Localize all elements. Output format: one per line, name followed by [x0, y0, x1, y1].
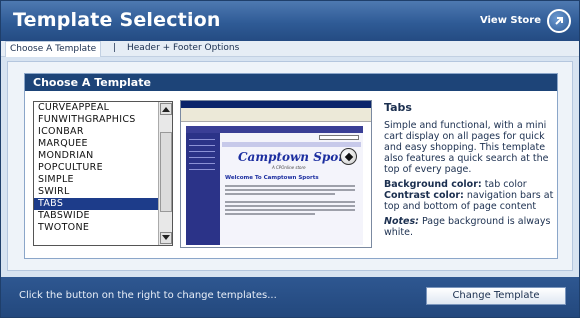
listbox-scrollbar[interactable] [158, 102, 172, 245]
preview-page: Camptown Sports A CPOnline store Welcome… [181, 123, 371, 247]
preview-main: Camptown Sports A CPOnline store Welcome… [220, 133, 363, 245]
notes: Notes: Page background is always white. [384, 216, 551, 238]
arrow-circle-icon[interactable] [547, 9, 571, 33]
triangle-down-icon [162, 235, 170, 240]
preview-left-column [186, 133, 220, 245]
list-item[interactable]: POPCULTURE [34, 162, 158, 174]
list-item[interactable]: FUNWITHGRAPHICS [34, 114, 158, 126]
view-store-link[interactable]: View Store [480, 15, 541, 26]
preview-welcome: Welcome To Camptown Sports [225, 175, 319, 181]
preview-toolbar [181, 114, 371, 122]
preview-search [319, 135, 359, 140]
template-name: Tabs [384, 101, 412, 114]
list-item[interactable]: TWOTONE [34, 222, 158, 234]
scrollbar-thumb[interactable] [160, 132, 172, 212]
tab-header-footer-options[interactable]: Header + Footer Options [127, 43, 239, 53]
list-item[interactable]: SIMPLE [34, 174, 158, 186]
list-item[interactable]: ICONBAR [34, 126, 158, 138]
scroll-down-button[interactable] [160, 232, 172, 244]
soccer-ball-icon [340, 148, 357, 165]
list-item[interactable]: TABSWIDE [34, 210, 158, 222]
list-item[interactable]: TABS [34, 198, 158, 210]
footer-bar: Click the button on the right to change … [1, 277, 579, 317]
tab-separator: | [113, 43, 117, 53]
preview-titlebar [181, 101, 371, 108]
change-template-button[interactable]: Change Template [426, 287, 566, 305]
choose-template-box: Choose A Template CURVEAPPEAL FUNWITHGRAP… [24, 73, 558, 259]
list-item[interactable]: SWIRL [34, 186, 158, 198]
list-item[interactable]: CURVEAPPEAL [34, 102, 158, 114]
list-item[interactable]: MONDRIAN [34, 150, 158, 162]
section-title: Choose A Template [25, 74, 557, 91]
preview-nav-tabs [186, 126, 363, 133]
template-selection-window: Template Selection View Store Choose A T… [0, 0, 580, 318]
tab-bar: Choose A Template | Header + Footer Opti… [1, 41, 579, 57]
triangle-up-icon [162, 107, 170, 112]
preview-store-sub: A CPOnline store [272, 165, 306, 170]
footer-instruction: Click the button on the right to change … [19, 290, 277, 301]
contrast-color-note: Contrast color: navigation bars at top a… [384, 190, 554, 212]
background-color-note: Background color: tab color [384, 179, 527, 190]
template-listbox[interactable]: CURVEAPPEAL FUNWITHGRAPHICS ICONBAR MARQUEE… [33, 101, 173, 246]
template-preview-image: Camptown Sports A CPOnline store Welcome… [180, 100, 372, 248]
page-title: Template Selection [13, 9, 221, 31]
header-bar: Template Selection View Store [1, 1, 579, 41]
template-description: Tabs Simple and functional, with a mini … [384, 101, 554, 238]
template-summary: Simple and functional, with a mini cart … [384, 120, 549, 175]
list-item[interactable]: MARQUEE [34, 138, 158, 150]
template-list-items: CURVEAPPEAL FUNWITHGRAPHICS ICONBAR MARQUEE… [34, 102, 158, 234]
preview-cart-bar [222, 142, 361, 147]
scroll-up-button[interactable] [160, 103, 172, 115]
content-panel: Choose A Template CURVEAPPEAL FUNWITHGRAP… [7, 61, 573, 271]
tab-choose-template[interactable]: Choose A Template [5, 41, 102, 57]
